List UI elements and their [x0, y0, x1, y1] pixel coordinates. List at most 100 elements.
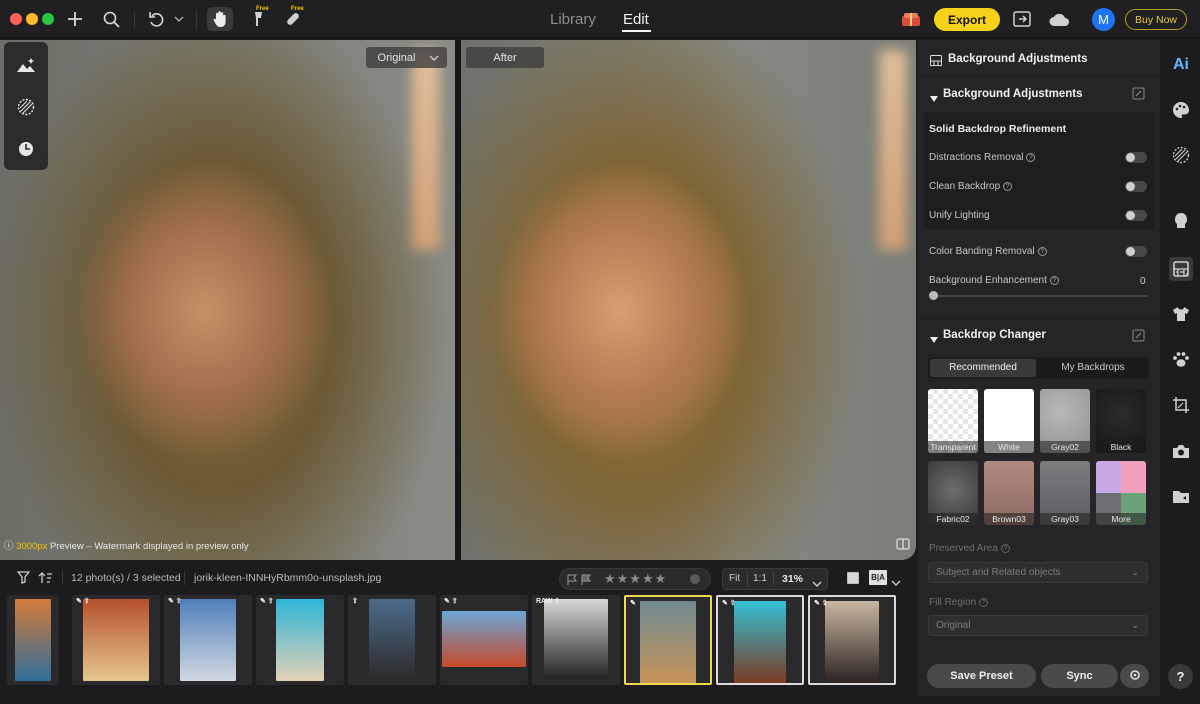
maximize-window-button[interactable] [42, 13, 54, 25]
texture-icon[interactable] [1170, 144, 1192, 166]
tab-library[interactable]: Library [550, 11, 596, 28]
distractions-toggle[interactable] [1125, 152, 1147, 163]
color-banding-toggle[interactable] [1125, 246, 1147, 257]
preserved-area-select[interactable]: Subject and Related objects ⌄ [928, 562, 1148, 583]
camera-icon[interactable] [1170, 440, 1192, 462]
chevron-down-icon[interactable] [172, 7, 186, 31]
sort-icon[interactable] [38, 571, 52, 589]
preview-note: ⓘ 3000px Preview – Watermark displayed i… [4, 538, 249, 552]
palette-icon[interactable] [1170, 99, 1192, 121]
one-to-one-button[interactable]: 1:1 [753, 573, 767, 584]
backdrop-gray02[interactable]: Gray02 [1040, 389, 1090, 453]
hand-tool-icon[interactable] [207, 7, 233, 31]
chevron-down-icon: ⌄ [1131, 620, 1139, 630]
export-panel-icon[interactable] [1012, 7, 1032, 31]
reset-eraser-icon[interactable] [1132, 329, 1145, 347]
chevron-down-icon[interactable] [812, 575, 822, 593]
tab-my-backdrops[interactable]: My Backdrops [1040, 359, 1146, 377]
face-retouch-icon[interactable] [1170, 210, 1192, 232]
original-dropdown[interactable]: Original [366, 47, 447, 68]
filmstrip-thumbnail[interactable]: ✎ ⇪ [716, 595, 804, 685]
photo-before[interactable] [0, 40, 455, 560]
filmstrip-thumbnail[interactable]: ✎ ⇪ [164, 595, 252, 685]
gear-icon [1129, 669, 1141, 684]
reject-flag-icon[interactable] [581, 573, 592, 591]
filmstrip-thumbnail[interactable]: ✎ ⇪ [72, 595, 160, 685]
filmstrip-thumbnail[interactable]: ✎ [624, 595, 712, 685]
undo-icon[interactable] [146, 7, 168, 31]
export-button[interactable]: Export [934, 8, 1000, 31]
backdrop-gray03[interactable]: Gray03 [1040, 461, 1090, 525]
help-icon[interactable]: ? [979, 598, 989, 607]
preserved-area-value: Subject and Related objects [936, 567, 1061, 578]
filmstrip-thumbnail[interactable]: ✎ ⇪ [440, 595, 528, 685]
filmstrip-thumbnail[interactable]: ⇪ [348, 595, 436, 685]
history-clock-icon[interactable] [4, 128, 48, 170]
zoom-value[interactable]: 31% [782, 573, 803, 585]
folder-export-icon[interactable] [1170, 485, 1192, 507]
backdrop-white[interactable]: White [984, 389, 1034, 453]
filmstrip-thumbnail[interactable]: RAW ⇪ [532, 595, 620, 685]
crop-icon[interactable] [1170, 394, 1192, 416]
fill-region-select[interactable]: Original ⌄ [928, 615, 1148, 636]
backdrop-label: Black [1096, 441, 1146, 453]
sync-button[interactable]: Sync [1041, 664, 1118, 688]
color-label-dot[interactable] [690, 574, 700, 584]
search-icon[interactable] [100, 7, 122, 31]
chevron-down-icon[interactable] [891, 574, 901, 592]
clean-backdrop-toggle[interactable] [1125, 181, 1147, 192]
backdrop-transparent[interactable]: Transparent [928, 389, 978, 453]
preview-text: Preview – Watermark displayed in preview… [49, 541, 249, 552]
unify-lighting-toggle[interactable] [1125, 210, 1147, 221]
sync-settings-button[interactable] [1120, 664, 1149, 688]
section-background-adjustments[interactable]: Background Adjustments [918, 77, 1160, 111]
backdrop-black[interactable]: Black [1096, 389, 1146, 453]
cloud-icon[interactable] [1047, 7, 1071, 31]
pet-paw-icon[interactable] [1170, 348, 1192, 370]
before-after-toggle[interactable]: B|A [869, 570, 887, 585]
reset-eraser-icon[interactable] [1132, 87, 1145, 105]
clothing-icon[interactable] [1170, 303, 1192, 325]
bg-enhancement-slider[interactable] [931, 295, 1147, 297]
backdrop-fabric02[interactable]: Fabric02 [928, 461, 978, 525]
help-icon[interactable]: ? [1049, 276, 1059, 285]
tab-edit[interactable]: Edit [623, 11, 649, 28]
texture-icon[interactable] [4, 86, 48, 128]
fit-button[interactable]: Fit [729, 573, 740, 584]
star-rating[interactable]: ★★★★★ [604, 571, 667, 587]
help-icon[interactable]: ? [1026, 153, 1036, 162]
photo-after[interactable] [461, 40, 916, 560]
minimize-window-button[interactable] [26, 13, 38, 25]
background-adjust-icon [930, 53, 942, 71]
help-button[interactable]: ? [1168, 664, 1193, 689]
thumbnail-image [83, 599, 149, 681]
help-icon[interactable]: ? [1003, 182, 1013, 191]
thumbnail-badge: ✎ ⇪ [76, 598, 90, 605]
save-preset-button[interactable]: Save Preset [927, 664, 1036, 688]
help-icon[interactable]: ? [1000, 544, 1010, 553]
triangle-down-icon [930, 90, 938, 108]
backdrop-label: More [1096, 513, 1146, 525]
flag-icon[interactable] [567, 573, 578, 591]
filmstrip-thumbnail[interactable]: ✎ ⇪ [808, 595, 896, 685]
filter-icon[interactable] [16, 571, 31, 589]
section-title: Backdrop Changer [943, 329, 1046, 341]
section-backdrop-changer[interactable]: Backdrop Changer [918, 320, 1160, 350]
help-icon[interactable]: ? [1037, 247, 1047, 256]
backdrop-more[interactable]: More [1096, 461, 1146, 525]
split-view-icon[interactable] [893, 534, 913, 554]
add-icon[interactable] [64, 7, 86, 31]
backdrop-brown03[interactable]: Brown03 [984, 461, 1034, 525]
tab-recommended[interactable]: Recommended [930, 359, 1036, 377]
single-view-icon[interactable] [847, 572, 859, 584]
buy-now-button[interactable]: Buy Now [1125, 9, 1187, 30]
close-window-button[interactable] [10, 13, 22, 25]
ai-icon[interactable]: Ai [1170, 54, 1192, 76]
filmstrip-thumbnail[interactable] [7, 595, 59, 685]
avatar[interactable]: M [1092, 8, 1115, 31]
gift-icon[interactable] [899, 7, 923, 31]
background-adjust-icon[interactable] [1169, 257, 1193, 281]
image-enhance-icon[interactable] [4, 44, 48, 86]
filmstrip-thumbnail[interactable]: ✎ ⇪ [256, 595, 344, 685]
slider-handle[interactable] [929, 291, 938, 300]
